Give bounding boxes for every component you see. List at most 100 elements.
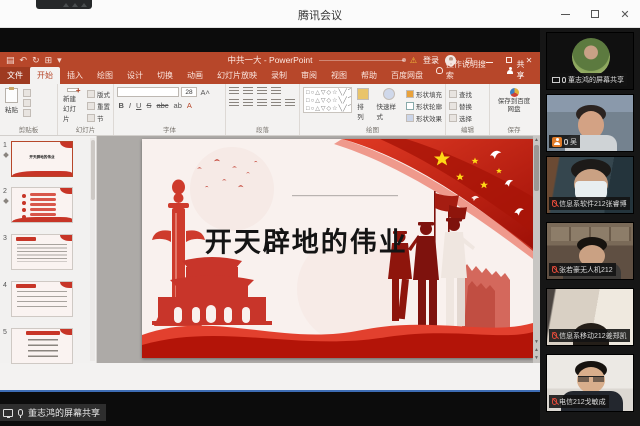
participant-tile[interactable]: 信息系移动212姜郑凯 [546, 288, 634, 346]
thumbnail-slide-2[interactable] [11, 187, 73, 223]
columns-icon[interactable] [285, 99, 295, 107]
new-slide-button[interactable]: 新建幻灯片 [61, 87, 84, 124]
minimize-button[interactable] [550, 0, 580, 28]
shape-outline-button[interactable]: 形状轮廓 [406, 101, 442, 111]
thumbnail-slide-3[interactable] [11, 234, 73, 270]
font-color-icon[interactable]: A [185, 101, 193, 110]
undo-icon[interactable]: ↶ [20, 55, 28, 66]
thumb-number: 2 [3, 188, 7, 195]
indent-increase-icon[interactable] [271, 87, 281, 95]
shape-effects-button[interactable]: 形状效果 [406, 113, 442, 123]
copy-icon[interactable] [23, 99, 31, 107]
previous-slide-button[interactable]: ▲ [534, 347, 539, 353]
transition-indicator-icon [3, 152, 9, 158]
tab-help[interactable]: 帮助 [354, 67, 384, 84]
tab-draw[interactable]: 绘图 [90, 67, 120, 84]
thumbnail-slide-1[interactable]: 开天辟地的伟业 [11, 141, 73, 177]
thumbnail-slide-5[interactable] [11, 328, 73, 364]
participant-tile[interactable]: 吴 [546, 94, 634, 152]
active-speaker-icon [552, 137, 562, 147]
align-right-icon[interactable] [257, 99, 267, 107]
numbering-icon[interactable] [243, 87, 253, 95]
shapes-gallery[interactable]: □○△▽◇☆╲╱⌒⊂ □○△▽◇☆╲╱⌒⊃ □○△▽◇☆╲╱⌒⊂ [303, 87, 352, 113]
strikethrough-button[interactable]: S [145, 101, 153, 110]
bullets-icon[interactable] [229, 87, 239, 95]
tab-record[interactable]: 录制 [264, 67, 294, 84]
underline-button[interactable]: U [135, 101, 143, 110]
participant-tile[interactable]: 信息系软件212张睿博 [546, 156, 634, 214]
tab-home[interactable]: 开始 [30, 67, 60, 84]
select-button[interactable]: 选择 [449, 113, 472, 123]
replace-button[interactable]: 替换 [449, 101, 472, 111]
tab-review[interactable]: 审阅 [294, 67, 324, 84]
tab-transitions[interactable]: 切换 [150, 67, 180, 84]
tab-file[interactable]: 文件 [0, 67, 30, 84]
scroll-down-icon[interactable]: ▼ [534, 339, 539, 345]
tab-insert[interactable]: 插入 [60, 67, 90, 84]
thumbnail-slide-4[interactable] [11, 281, 73, 317]
slide-title[interactable]: 开天辟地的伟业 [205, 220, 408, 259]
tab-baidu-pan[interactable]: 百度网盘 [384, 67, 430, 84]
cut-icon[interactable] [23, 89, 31, 97]
thumb-text-decor [17, 291, 67, 309]
font-name-select[interactable] [117, 87, 179, 97]
reset-icon [87, 102, 95, 110]
tab-view[interactable]: 视图 [324, 67, 354, 84]
quick-styles-button[interactable]: 快速样式 [375, 87, 403, 124]
layout-icon [87, 90, 95, 98]
scroll-up-icon[interactable]: ▲ [534, 136, 539, 144]
scrollbar-thumb[interactable] [534, 145, 539, 191]
paste-button[interactable]: 粘贴 [3, 87, 20, 124]
grow-font-icon[interactable]: A˄ [199, 88, 211, 97]
next-slide-button[interactable]: ▼ [534, 355, 539, 361]
clear-format-button[interactable]: abc [155, 101, 170, 110]
current-slide[interactable]: 开天辟地的伟业 [142, 139, 533, 358]
canvas-scrollbar[interactable]: ▲ ▼ ▲ ▼ [533, 136, 540, 363]
tab-animations[interactable]: 动画 [180, 67, 210, 84]
ribbon-tab-bar: 文件 开始 插入 绘图 设计 切换 动画 幻灯片放映 录制 审阅 视图 帮助 百… [0, 68, 540, 84]
save-to-baidu-button[interactable]: 保存到百度网盘 [493, 87, 535, 124]
italic-button[interactable]: I [127, 101, 132, 110]
share-button[interactable]: 共享 [499, 56, 540, 84]
highlight-color-icon[interactable]: ab [172, 101, 183, 110]
participant-tile[interactable]: 电信212戈敏成 [546, 354, 634, 412]
maximize-button[interactable] [580, 0, 610, 28]
ppt-editor-body: 1 开天辟地的伟业 2 3 [0, 136, 540, 363]
tab-slideshow[interactable]: 幻灯片放映 [210, 67, 264, 84]
layout-button[interactable]: 版式 [87, 89, 110, 99]
bold-button[interactable]: B [117, 101, 125, 110]
group-font: 28 A˄ B I U S abc ab A 字体 [114, 84, 226, 135]
indent-decrease-icon[interactable] [257, 87, 267, 95]
participant-label: 张若豪无人机212 [549, 263, 616, 276]
save-icon[interactable]: ▤ [6, 55, 15, 66]
reset-button[interactable]: 重置 [87, 101, 110, 111]
tell-me-search[interactable]: 操作说明搜索 [430, 56, 499, 84]
qat-customize-icon[interactable]: ▾ [57, 55, 62, 66]
arrange-button[interactable]: 排列 [355, 87, 371, 124]
participant-tile[interactable]: 张若豪无人机212 [546, 222, 634, 280]
participant-label: 电信212戈敏成 [549, 395, 609, 408]
thumbnail-scrollbar[interactable] [90, 138, 95, 361]
justify-icon[interactable] [271, 99, 281, 107]
shape-fill-button[interactable]: 形状填充 [406, 89, 442, 99]
start-slideshow-icon[interactable]: ⊞ [45, 55, 53, 66]
align-center-icon[interactable] [243, 99, 253, 107]
share-badge-text: 董志鸿的屏幕共享 [28, 406, 100, 419]
tell-me-label: 操作说明搜索 [446, 59, 493, 81]
slide-canvas[interactable]: 开天辟地的伟业 ▲ ▼ ▲ ▼ [97, 136, 540, 363]
mic-icon [562, 77, 566, 83]
find-button[interactable]: 查找 [449, 89, 472, 99]
tab-design[interactable]: 设计 [120, 67, 150, 84]
scrollbar-thumb[interactable] [91, 140, 95, 200]
warning-icon[interactable]: ⚠ [410, 56, 417, 65]
screen-share-badge[interactable]: 董志鸿的屏幕共享 [0, 404, 106, 421]
format-painter-icon[interactable] [23, 109, 31, 117]
font-size-select[interactable]: 28 [181, 87, 197, 97]
section-button[interactable]: 节 [87, 113, 110, 123]
participant-tile-sharer[interactable]: 董志鸿的屏幕共享 [546, 32, 634, 90]
close-button[interactable]: ✕ [610, 0, 640, 28]
lightbulb-icon [436, 67, 443, 74]
redo-icon[interactable]: ↻ [32, 55, 40, 66]
group-clipboard: 粘贴 剪贴板 [0, 84, 58, 135]
align-left-icon[interactable] [229, 99, 239, 107]
